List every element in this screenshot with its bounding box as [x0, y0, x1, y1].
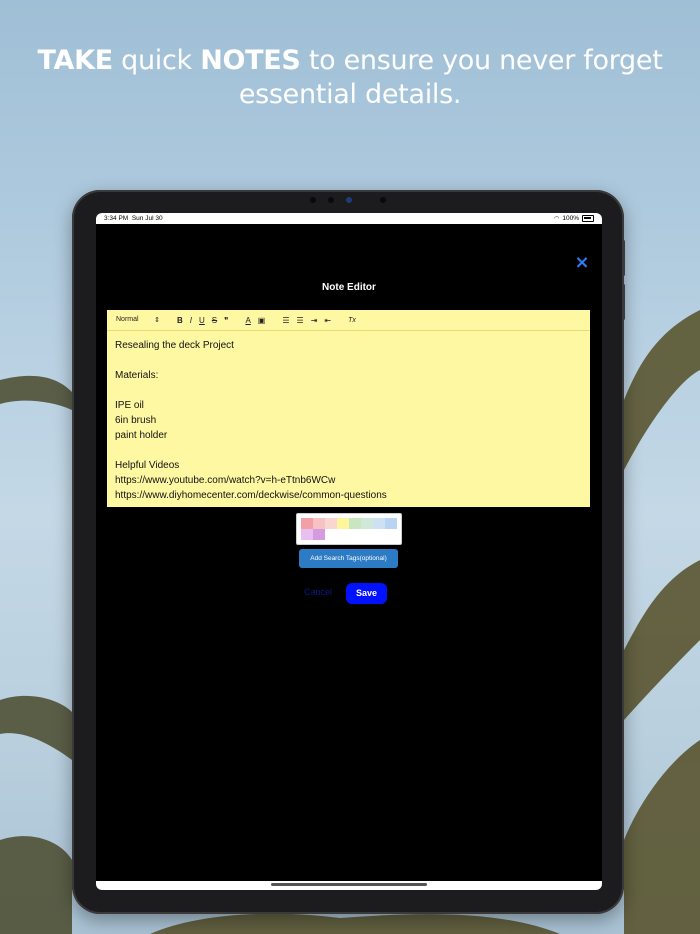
background-color-icon[interactable]: ▣ — [258, 316, 266, 325]
cancel-button[interactable]: Cancel — [304, 587, 332, 597]
sensor-icon — [380, 197, 386, 203]
note-line: 6in brush — [115, 415, 157, 426]
italic-button[interactable]: I — [190, 316, 192, 325]
save-button[interactable]: Save — [346, 583, 387, 604]
indent-icon[interactable]: ⇥ — [311, 316, 318, 325]
volume-button — [622, 240, 625, 276]
color-palette — [296, 513, 402, 545]
ordered-list-icon[interactable]: ☰ — [282, 316, 289, 325]
headline-notes: NOTES — [200, 45, 301, 76]
font-color-icon[interactable]: A — [245, 316, 250, 325]
style-select[interactable]: Normal ⇕ — [116, 316, 160, 324]
color-swatch[interactable] — [349, 518, 361, 529]
status-bar: 3:34 PM Sun Jul 30 ◠ 100% — [96, 213, 602, 224]
battery-icon — [582, 215, 594, 222]
color-swatch[interactable] — [337, 518, 349, 529]
note-line: https://www.diyhomecenter.com/deckwise/c… — [115, 490, 387, 501]
add-search-tags-button[interactable]: Add Search Tags(optional) — [299, 549, 398, 568]
color-swatch[interactable] — [337, 529, 349, 540]
close-button[interactable]: × — [574, 252, 590, 273]
quote-icon[interactable]: ❞ — [224, 316, 228, 325]
close-icon: × — [574, 252, 590, 273]
clear-format-icon[interactable]: Tx — [348, 317, 356, 324]
color-swatch[interactable] — [325, 529, 337, 540]
editor-toolbar: Normal ⇕ B I U S ❞ A ▣ ☰ ☰ ⇥ ⇤ Tx — [107, 310, 590, 331]
app-screen: 3:34 PM Sun Jul 30 ◠ 100% × Note Editor … — [96, 213, 602, 890]
page-title: Note Editor — [322, 282, 376, 293]
headline-quick: quick — [112, 45, 201, 76]
color-swatch[interactable] — [373, 518, 385, 529]
color-swatch[interactable] — [301, 518, 313, 529]
volume-button — [622, 284, 625, 320]
color-swatch[interactable] — [325, 518, 337, 529]
color-swatch[interactable] — [301, 529, 313, 540]
note-line: Helpful Videos — [115, 460, 180, 471]
home-indicator[interactable] — [271, 883, 427, 886]
strike-button[interactable]: S — [212, 316, 217, 325]
battery-label: 100% — [562, 215, 579, 222]
camera-icon — [310, 197, 316, 203]
note-line: Resealing the deck Project — [115, 340, 234, 351]
headline-take: TAKE — [37, 45, 113, 76]
color-swatch[interactable] — [313, 529, 325, 540]
color-swatch[interactable] — [361, 518, 373, 529]
wifi-icon: ◠ — [554, 216, 560, 222]
status-right: ◠ 100% — [554, 215, 594, 222]
underline-button[interactable]: U — [199, 316, 205, 325]
note-line: IPE oil — [115, 400, 144, 411]
color-swatch[interactable] — [313, 518, 325, 529]
sensor-icon — [328, 197, 334, 203]
bold-button[interactable]: B — [177, 316, 183, 325]
note-line: https://www.youtube.com/watch?v=h-eTtnb6… — [115, 475, 336, 486]
sensor-icon — [346, 197, 352, 203]
color-swatch[interactable] — [385, 518, 397, 529]
chevron-updown-icon: ⇕ — [154, 317, 160, 324]
status-time: 3:34 PM Sun Jul 30 — [104, 215, 163, 222]
note-editor[interactable]: Resealing the deck Project Materials: IP… — [107, 331, 590, 507]
outdent-icon[interactable]: ⇤ — [324, 316, 331, 325]
note-line: paint holder — [115, 430, 168, 441]
headline-rest: to ensure you never forget essential det… — [238, 45, 663, 110]
bullet-list-icon[interactable]: ☰ — [297, 316, 304, 325]
headline: TAKE quick NOTES to ensure you never for… — [0, 44, 700, 112]
note-line: Materials: — [115, 370, 159, 381]
